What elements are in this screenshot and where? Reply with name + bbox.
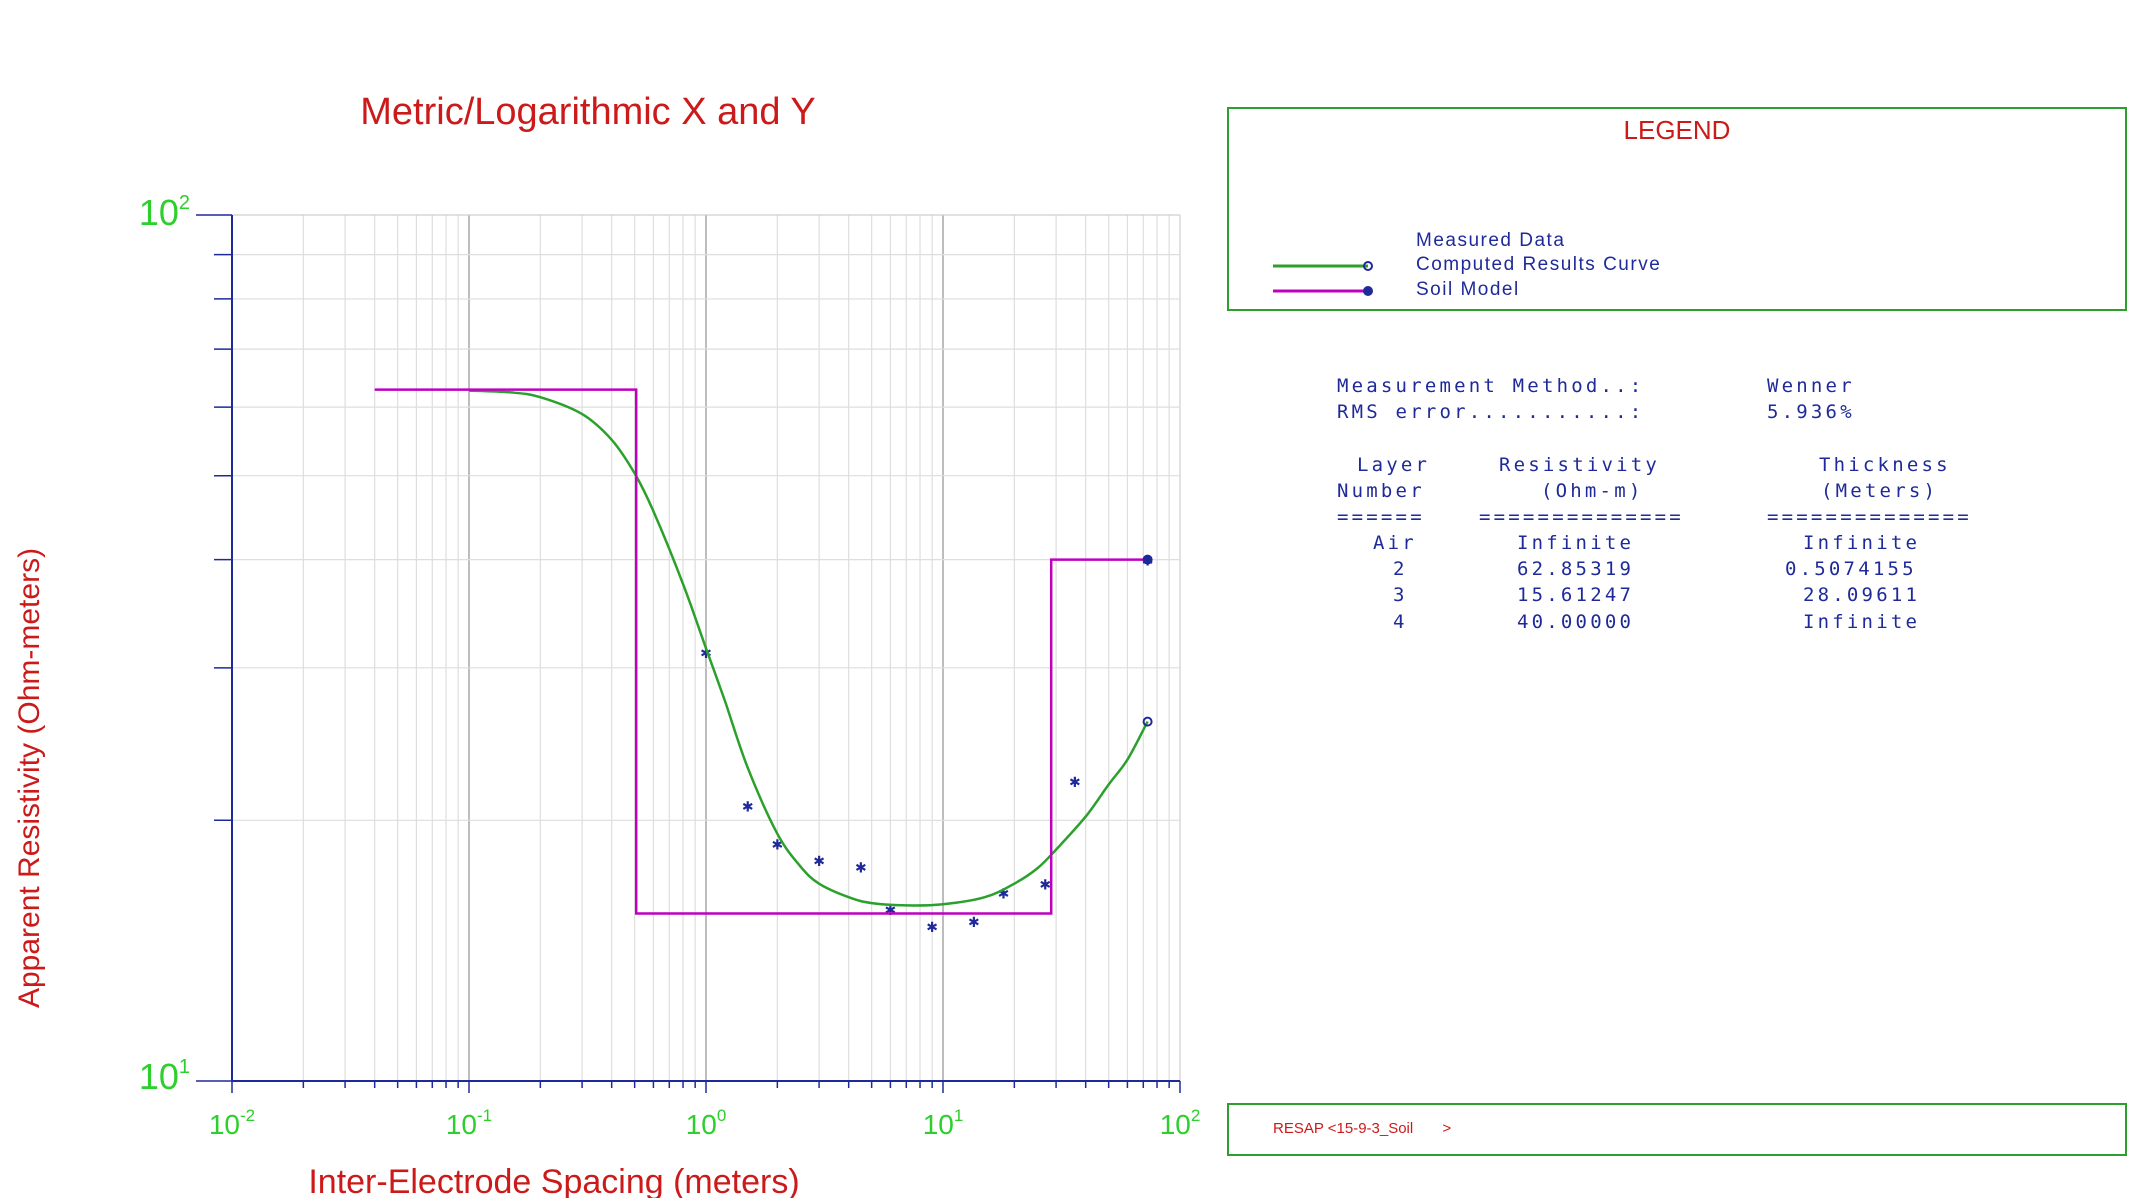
x-tick-label-exponent: -1 (477, 1106, 492, 1125)
status-bar: RESAP <15-9-3_Soil > (1227, 1103, 2127, 1156)
measured-data-point: ✱ (926, 920, 938, 936)
y-tick-label: 102 (139, 192, 190, 233)
resistivity-header-2: (Ohm-m) (1541, 480, 1644, 502)
line-circle-icon (1273, 261, 1373, 271)
y-axis-label: Apparent Resistivity (Ohm-meters) (13, 548, 46, 1008)
measured-data-point: ✱ (1039, 878, 1051, 894)
separator: ============== (1767, 506, 1972, 528)
method-value: Wenner (1767, 375, 1855, 397)
y-tick-label: 101 (139, 1056, 190, 1097)
x-tick-label-exponent: 2 (1191, 1106, 1200, 1125)
x-tick-label-base: 10 (1160, 1109, 1191, 1140)
legend-title: LEGEND (1623, 115, 1731, 145)
layer-header-1: Layer (1357, 454, 1431, 476)
x-tick-label: 10-2 (209, 1106, 255, 1140)
row-thickness: 28.09611 (1803, 584, 1921, 606)
legend-box: LEGEND ✱ Measured Data Computed Results … (1227, 107, 2127, 311)
measured-data-point: ✱ (813, 854, 825, 870)
axes (196, 214, 1181, 1093)
row-layer: Air (1373, 532, 1417, 554)
resistivity-header-1: Resistivity (1499, 454, 1661, 476)
soil-model-end-dot (1142, 554, 1153, 565)
x-tick-label-base: 10 (446, 1109, 477, 1140)
series-layer: ✱✱✱✱✱✱✱✱✱✱✱✱ (374, 388, 1153, 936)
measured-data-point: ✱ (1069, 775, 1081, 791)
x-tick-label-base: 10 (686, 1109, 717, 1140)
legend-label: Computed Results Curve (1416, 254, 1662, 275)
x-tick-label: 100 (686, 1106, 727, 1140)
separator: ====== (1337, 506, 1425, 528)
row-resistivity: 40.00000 (1517, 611, 1635, 633)
x-tick-label: 102 (1160, 1106, 1201, 1140)
legend-label: Measured Data (1416, 230, 1566, 251)
x-tick-label: 10-1 (446, 1106, 492, 1140)
row-thickness: Infinite (1803, 611, 1921, 633)
y-tick-label-exponent: 2 (179, 192, 190, 214)
x-tick-label-base: 10 (923, 1109, 954, 1140)
asterisk-marker-icon: ✱ (1273, 230, 1383, 254)
computed-curve-line (468, 389, 1149, 907)
thickness-header-2: (Meters) (1821, 480, 1939, 502)
legend-label: Soil Model (1416, 279, 1520, 300)
y-tick-label-base: 10 (139, 192, 179, 233)
measured-data-point: ✱ (742, 800, 754, 816)
rms-label: RMS error...........: (1337, 401, 1645, 423)
thickness-header-1: Thickness (1819, 454, 1951, 476)
row-layer: 3 (1393, 584, 1408, 606)
x-axis-label: Inter-Electrode Spacing (meters) (308, 1163, 799, 1198)
x-tick-label-exponent: -2 (240, 1106, 255, 1125)
x-tick-label: 101 (923, 1106, 964, 1140)
measured-data-point: ✱ (968, 915, 980, 931)
x-tick-label-exponent: 0 (717, 1106, 726, 1125)
separator: ============== (1479, 506, 1684, 528)
row-resistivity: Infinite (1517, 532, 1635, 554)
layer-header-2: Number (1337, 480, 1425, 502)
measured-data-point: ✱ (855, 860, 867, 876)
row-layer: 4 (1393, 611, 1408, 633)
line-dot-icon (1273, 286, 1373, 296)
row-resistivity: 62.85319 (1517, 558, 1635, 580)
status-text: RESAP <15-9-3_Soil > (1273, 1120, 1452, 1137)
row-resistivity: 15.61247 (1517, 584, 1635, 606)
rms-value: 5.936% (1767, 401, 1855, 423)
x-tick-label-base: 10 (209, 1109, 240, 1140)
y-tick-label-base: 10 (139, 1056, 179, 1097)
y-tick-label-exponent: 1 (179, 1056, 190, 1078)
row-thickness: Infinite (1803, 532, 1921, 554)
row-layer: 2 (1393, 558, 1408, 580)
soil-model-line (374, 388, 1148, 915)
row-thickness: 0.5074155 (1785, 558, 1917, 580)
method-label: Measurement Method..: (1337, 375, 1645, 397)
x-tick-label-exponent: 1 (954, 1106, 963, 1125)
chart-title: Metric/Logarithmic X and Y (360, 91, 816, 133)
